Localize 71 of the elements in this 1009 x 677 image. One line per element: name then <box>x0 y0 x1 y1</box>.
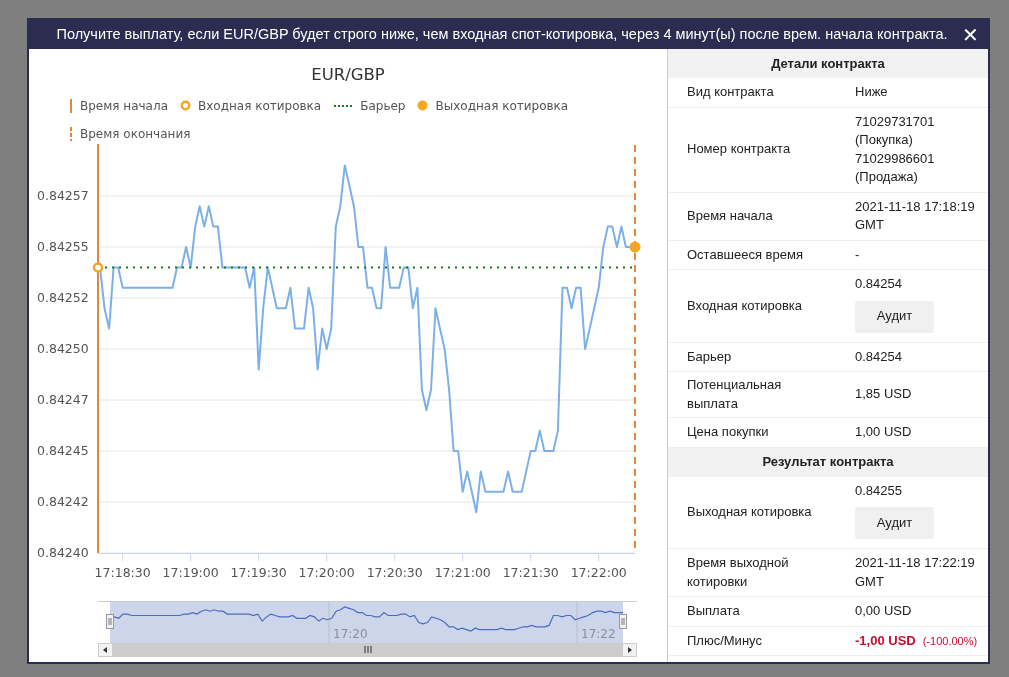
dashed-line-legend-icon <box>70 126 73 141</box>
detail-value: (Продажа) <box>855 168 919 186</box>
section-header: Результат контракта <box>668 447 988 477</box>
detail-label: Цена покупки <box>687 423 770 441</box>
navigator-selection[interactable] <box>110 600 623 643</box>
grip-icon[interactable] <box>363 646 372 654</box>
detail-value: 1,00 USD <box>855 423 912 441</box>
detail-label: Время начала <box>687 206 774 225</box>
audit-button[interactable]: Аудит <box>855 507 934 539</box>
y-axis-label: 0.84247 <box>37 391 89 407</box>
detail-label: Оставшееся время <box>687 245 804 264</box>
y-axis-label: 0.84242 <box>37 493 89 509</box>
legend-label[interactable]: Барьер <box>360 96 406 115</box>
detail-value: 71029986601 <box>855 149 935 168</box>
dialog-title: Получите выплату, если EUR/GBP будет строго ниже, чем входная спот-котировка, через 4 минут(ы) после врем. начала контракта. <box>55 24 949 44</box>
detail-label: Потенциальная выплата <box>687 376 783 413</box>
detail-value: GMT <box>855 216 885 234</box>
detail-value: GMT <box>855 572 885 591</box>
y-axis-label: 0.84250 <box>37 340 89 356</box>
detail-label: Выплата <box>687 602 741 620</box>
x-axis-label: 17:19:30 <box>230 564 287 579</box>
detail-value: 0.84254 <box>855 347 902 366</box>
entry-spot-marker <box>92 261 104 273</box>
x-axis-label: 17:20:30 <box>366 564 423 579</box>
exit-spot-marker <box>629 241 641 253</box>
solid-line-legend-icon <box>70 98 73 113</box>
dot-legend-icon <box>417 100 429 112</box>
ring-legend-icon <box>180 100 191 112</box>
left-range-handle[interactable] <box>106 613 114 629</box>
detail-label: Входная котировка <box>687 296 804 315</box>
detail-value: 0.84254 <box>855 275 903 293</box>
legend-label[interactable]: Выходная котировка <box>435 96 569 115</box>
y-axis-label: 0.84252 <box>37 289 89 305</box>
x-axis-label: 17:19:00 <box>162 564 219 579</box>
detail-value: 71029731701 <box>855 112 935 131</box>
detail-label: Барьер <box>687 347 733 366</box>
chart-title: EUR/GBP <box>311 64 385 86</box>
detail-value: - <box>855 245 860 264</box>
x-axis-label: 17:22:00 <box>570 564 627 579</box>
percent-change: (-100.00%) <box>922 633 978 649</box>
detail-value: 1,85 USD <box>855 385 912 404</box>
right-range-handle[interactable] <box>619 613 627 629</box>
section-header: Детали контракта <box>668 49 988 78</box>
detail-value: 0.84255 <box>855 481 903 500</box>
detail-value: 2021-11-18 17:18:19 <box>855 197 975 216</box>
detail-label: Плюс/Минус <box>687 631 763 650</box>
detail-value: 0,00 USD <box>855 602 912 620</box>
x-axis-label: 17:20:00 <box>298 564 355 579</box>
detail-value: -1,00 USD <box>855 631 916 650</box>
detail-value: Ниже <box>855 83 888 101</box>
legend-label[interactable]: Время окончания <box>80 124 191 143</box>
navigator-time-label: 17:22 <box>581 626 616 641</box>
x-axis-label: 17:21:00 <box>434 564 491 579</box>
navigator-time-label: 17:20 <box>333 626 368 641</box>
detail-value: 2021-11-18 17:22:19 <box>855 554 975 572</box>
close-button[interactable]: ✕ <box>955 24 985 45</box>
detail-label: Номер контракта <box>687 140 792 159</box>
legend-label[interactable]: Время начала <box>80 96 168 115</box>
y-axis-label: 0.84257 <box>37 187 89 203</box>
y-axis-label: 0.84245 <box>37 442 89 458</box>
legend-label[interactable]: Входная котировка <box>198 96 322 115</box>
audit-button[interactable]: Аудит <box>855 300 934 333</box>
detail-value: (Покупка) <box>855 131 914 149</box>
y-axis-label: 0.84255 <box>37 238 89 254</box>
detail-label: Вид контракта <box>687 83 775 101</box>
y-axis-label: 0.84240 <box>37 544 89 560</box>
detail-label: Время выходной котировки <box>687 554 790 591</box>
detail-label: Выходная котировка <box>687 503 813 521</box>
x-axis-label: 17:21:30 <box>502 564 559 579</box>
x-axis-label: 17:18:30 <box>94 564 151 579</box>
dotted-line-legend-icon <box>333 103 354 108</box>
